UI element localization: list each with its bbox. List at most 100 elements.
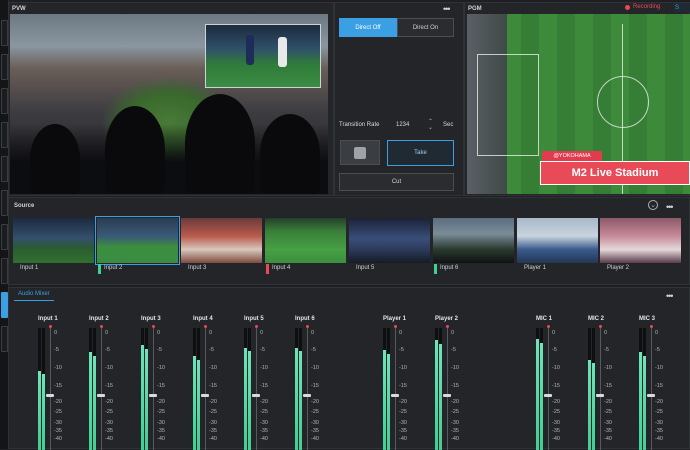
overlay-title: M2 Live Stadium <box>540 161 690 185</box>
fader-knob[interactable] <box>252 394 260 397</box>
level-meter <box>536 328 539 450</box>
transition-rate-label: Transition Rate <box>339 122 380 128</box>
level-meter <box>387 328 390 450</box>
transition-rate-value[interactable]: 1234 <box>396 122 409 128</box>
source-thumbnail[interactable] <box>13 218 94 263</box>
tool-button[interactable] <box>1 224 8 250</box>
peak-dot-icon <box>650 325 653 328</box>
crowd-silhouette <box>185 94 255 194</box>
scale-label: -15 <box>260 383 268 389</box>
scale-label: -10 <box>54 365 62 371</box>
collapse-chevron-icon[interactable]: ⌄ <box>648 200 658 210</box>
scale-label: -15 <box>399 383 407 389</box>
recording-indicator[interactable]: Recording <box>625 4 660 10</box>
channel-label: Input 3 <box>141 316 161 322</box>
fader-knob[interactable] <box>303 394 311 397</box>
source-label-2: Input 2 <box>104 265 123 271</box>
take-button[interactable]: Take <box>387 140 454 166</box>
fader-knob[interactable] <box>149 394 157 397</box>
tally-indicator <box>266 264 269 274</box>
source-image <box>600 218 681 263</box>
scale-label: -10 <box>311 365 319 371</box>
level-fill <box>588 360 591 450</box>
scale-label: -40 <box>157 436 165 442</box>
direct-on-button[interactable]: Direct On <box>397 18 454 37</box>
scale-label: -15 <box>54 383 62 389</box>
scale-label: -10 <box>655 365 663 371</box>
level-fill <box>248 351 251 450</box>
scale-label: -40 <box>54 436 62 442</box>
fader-track <box>395 328 396 450</box>
source-thumbnail[interactable] <box>349 218 430 263</box>
scale-label: -30 <box>399 420 407 426</box>
scale-label: -30 <box>311 420 319 426</box>
fader-knob[interactable] <box>391 394 399 397</box>
scale-label: -20 <box>311 399 319 405</box>
tool-button[interactable] <box>1 122 8 148</box>
fader-track <box>205 328 206 450</box>
direct-off-button[interactable]: Direct Off <box>339 18 397 37</box>
level-fill <box>244 348 247 450</box>
source-thumbnail[interactable] <box>433 218 514 263</box>
scale-label: 0 <box>311 330 315 336</box>
level-fill <box>89 352 92 450</box>
channel-label: Input 4 <box>193 316 213 322</box>
scale-label: -10 <box>209 365 217 371</box>
level-meter <box>42 328 45 450</box>
scale-label: -5 <box>54 347 59 353</box>
tab-audio-mixer[interactable]: Audio Mixer <box>14 291 54 301</box>
source-thumbnail[interactable] <box>265 218 346 263</box>
scale-label: -25 <box>260 409 268 415</box>
auto-transition-button[interactable] <box>340 140 380 165</box>
fader-knob[interactable] <box>97 394 105 397</box>
tool-button[interactable] <box>1 54 8 80</box>
level-meter <box>439 328 442 450</box>
channel-label: Input 2 <box>89 316 109 322</box>
tool-button-active[interactable] <box>1 292 8 318</box>
scale-label: -35 <box>54 428 62 434</box>
scale-label: 0 <box>655 330 659 336</box>
source-thumbnail[interactable] <box>95 216 180 265</box>
tool-button[interactable] <box>1 156 8 182</box>
more-dots-icon[interactable]: ••• <box>666 203 674 212</box>
source-thumbnail[interactable] <box>600 218 681 263</box>
picture-in-picture[interactable] <box>205 24 321 88</box>
peak-dot-icon <box>152 325 155 328</box>
record-dot-icon <box>625 4 630 10</box>
tool-button[interactable] <box>1 258 8 284</box>
stream-button[interactable]: S <box>673 3 690 12</box>
fader-track <box>50 328 51 450</box>
fader-knob[interactable] <box>596 394 604 397</box>
level-fill <box>141 345 144 450</box>
scale-label: -5 <box>311 347 316 353</box>
scale-label: -30 <box>157 420 165 426</box>
fader-knob[interactable] <box>647 394 655 397</box>
level-fill <box>643 356 646 450</box>
scale-label: -5 <box>105 347 110 353</box>
source-thumbnail[interactable] <box>181 218 262 263</box>
level-fill <box>592 363 595 450</box>
fader-track <box>256 328 257 450</box>
source-thumbnail[interactable] <box>517 218 598 263</box>
fader-knob[interactable] <box>201 394 209 397</box>
fader-knob[interactable] <box>443 394 451 397</box>
tool-button[interactable] <box>1 20 8 46</box>
more-dots-icon[interactable]: ••• <box>666 292 674 301</box>
fader-knob[interactable] <box>46 394 54 397</box>
fader-knob[interactable] <box>544 394 552 397</box>
scale-label: -35 <box>105 428 113 434</box>
stepper-icon[interactable]: ⌃ ⌄ <box>428 119 433 131</box>
scale-label: -15 <box>552 383 560 389</box>
peak-dot-icon <box>49 325 52 328</box>
scale-label: -20 <box>260 399 268 405</box>
tool-button[interactable] <box>1 326 8 352</box>
cut-button[interactable]: Cut <box>339 173 454 191</box>
level-fill <box>93 356 96 450</box>
more-dots-icon[interactable]: ••• <box>443 5 451 14</box>
channel-label: Input 5 <box>244 316 264 322</box>
scale-label: -5 <box>157 347 162 353</box>
tool-button[interactable] <box>1 88 8 114</box>
scale-label: -10 <box>260 365 268 371</box>
tool-button[interactable] <box>1 190 8 216</box>
player-figure <box>278 37 287 67</box>
